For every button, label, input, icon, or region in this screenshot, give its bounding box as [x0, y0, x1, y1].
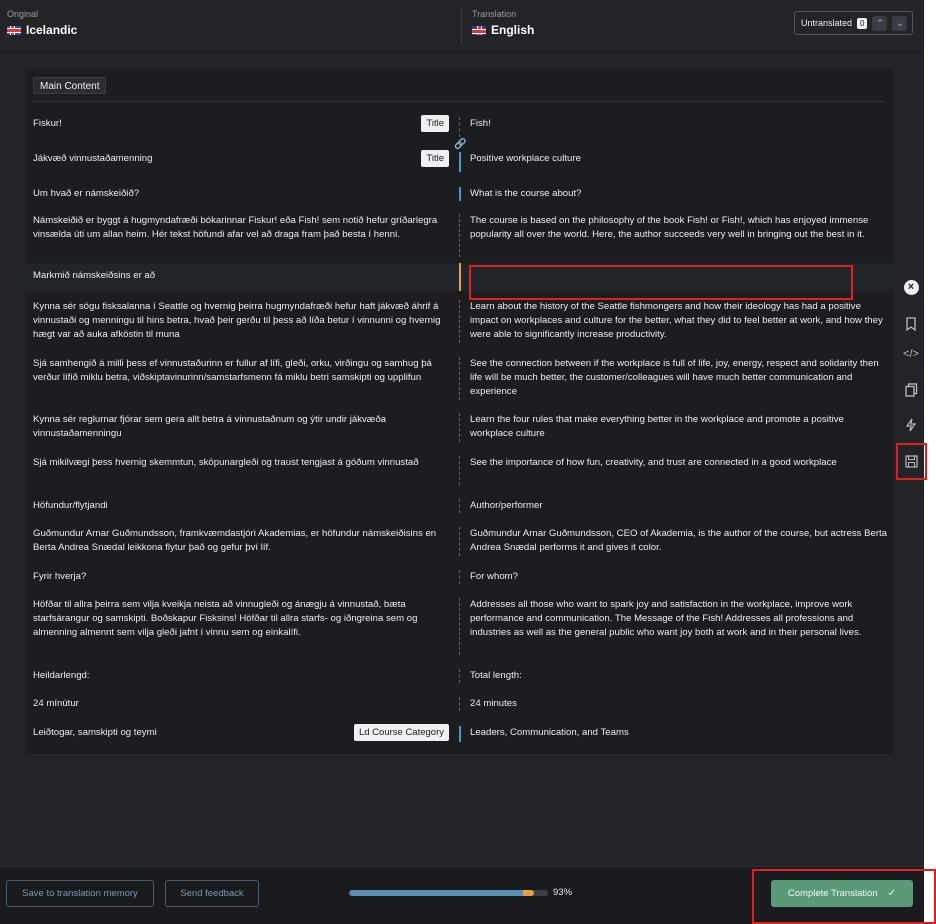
segment-row[interactable]: Kynna sér sögu fisksalanna í Seattle og … [25, 300, 894, 343]
translation-language-block: Translation English [472, 9, 534, 37]
untranslated-count-badge: 0 [857, 17, 868, 29]
target-text[interactable]: Positive workplace culture [470, 152, 888, 166]
lightning-icon[interactable] [899, 413, 923, 437]
segment-row[interactable]: Kynna sér reglurnar fjórar sem gera allt… [25, 413, 894, 442]
target-text[interactable]: The course is based on the philosophy of… [470, 214, 888, 242]
original-language-block: Original Icelandic [7, 9, 77, 37]
untranslated-label: Untranslated [801, 18, 853, 28]
target-text[interactable]: What is the course about? [470, 187, 888, 201]
segment-row[interactable]: Höfðar til allra þeirra sem vilja kveikj… [25, 598, 894, 655]
segment-status-indicator [459, 499, 460, 513]
segment-row[interactable]: 24 mínútur 24 minutes [25, 697, 894, 711]
segment-row[interactable]: Sjá mikilvægi þess hvernig skemmtun, skö… [25, 456, 894, 485]
copy-icon[interactable] [899, 378, 923, 402]
link-icon[interactable]: 🔗 [454, 139, 466, 150]
source-text: Um hvað er námskeiðið? [33, 188, 140, 199]
source-text: Heildarlengd: [33, 670, 90, 681]
source-text: Kynna sér sögu fisksalanna í Seattle og … [33, 301, 441, 341]
segment-status-indicator [459, 456, 460, 485]
target-text[interactable]: For whom? [470, 570, 888, 584]
segment-status-indicator [459, 117, 460, 137]
target-text[interactable]: Total length: [470, 669, 888, 683]
segment-row[interactable]: Leiðtogar, samskipti og teymi Leaders, Co… [25, 724, 894, 742]
target-text[interactable]: Fish! [470, 117, 888, 131]
source-text: Fyrir hverja? [33, 571, 87, 582]
translation-caption: Translation [472, 9, 517, 19]
close-icon[interactable]: × [899, 275, 923, 299]
segment-status-indicator [459, 598, 460, 655]
segment-row[interactable]: Jákvæð vinnustaðamenning Positive workpla… [25, 150, 894, 172]
segment-type-badge: Title [421, 150, 449, 167]
segment-status-indicator [459, 300, 460, 343]
target-text[interactable]: Learn the four rules that make everythin… [470, 413, 888, 441]
segment-status-indicator [459, 697, 460, 711]
source-text: Sjá samhengið á milli þess ef vinnustaðu… [33, 358, 432, 384]
section-label: Main Content [33, 77, 107, 94]
target-text[interactable]: See the connection between if the workpl… [470, 357, 888, 400]
progress-percent: 93% [553, 887, 573, 898]
target-text[interactable]: Leaders, Communication, and Teams [470, 726, 888, 740]
original-language: Icelandic [26, 23, 78, 37]
code-icon[interactable]: </> [899, 342, 923, 366]
segment-row[interactable]: Guðmundur Arnar Guðmundsson, framkvæmdas… [25, 527, 894, 556]
target-text[interactable]: Author/performer [470, 499, 888, 513]
target-text[interactable]: 24 minutes [470, 697, 888, 711]
original-caption: Original [7, 9, 39, 19]
chevron-up-icon[interactable]: ⌃ [872, 15, 888, 31]
segment-row[interactable]: Fiskur! Fish! Title [25, 115, 894, 137]
segment-status-indicator [459, 570, 460, 584]
complete-button-highlight [752, 869, 936, 924]
bookmark-icon[interactable] [899, 312, 923, 336]
header-divider [461, 8, 462, 44]
untranslated-filter[interactable]: Untranslated 0 ⌃ ⌄ [794, 11, 913, 35]
chevron-down-icon[interactable]: ⌄ [892, 15, 908, 31]
segment-row[interactable]: Höfundur/flytjandi Author/performer [25, 499, 894, 513]
segment-status-indicator [459, 669, 460, 683]
translation-language: English [491, 23, 535, 37]
target-text[interactable]: See the importance of how fun, creativit… [470, 456, 888, 470]
iceland-flag-icon [7, 25, 21, 35]
uk-flag-icon [472, 25, 486, 35]
segment-row[interactable]: Fyrir hverja? For whom? [25, 570, 894, 584]
send-feedback-button[interactable]: Send feedback [165, 880, 259, 907]
source-text: 24 mínútur [33, 698, 79, 709]
segment-row[interactable]: Um hvað er námskeiðið? What is the course… [25, 187, 894, 201]
save-to-memory-button[interactable]: Save to translation memory [6, 880, 154, 907]
source-text: Kynna sér reglurnar fjórar sem gera allt… [33, 414, 387, 440]
segment-status-indicator [459, 187, 461, 201]
source-text: Höfðar til allra þeirra sem vilja kveikj… [33, 599, 418, 639]
source-text: Markmið námskeiðsins er að [33, 270, 156, 281]
segment-row[interactable]: Heildarlengd: Total length: [25, 669, 894, 683]
segment-row[interactable]: Námskeiðið er byggt á hugmyndafræði bóka… [25, 214, 894, 257]
target-text[interactable]: Guðmundur Arnar Guðmundsson, CEO of Akad… [470, 527, 888, 555]
source-text: Sjá mikilvægi þess hvernig skemmtun, skö… [33, 457, 419, 468]
target-text[interactable]: Learn about the history of the Seattle f… [470, 300, 888, 343]
segment-status-indicator [459, 527, 460, 556]
source-text: Guðmundur Arnar Guðmundsson, framkvæmdas… [33, 528, 437, 554]
segment-status-indicator [459, 152, 461, 172]
source-text: Höfundur/flytjandi [33, 500, 108, 511]
segment-type-badge: Title [421, 115, 449, 132]
progress-bar [349, 890, 548, 896]
segment-status-indicator [459, 357, 460, 400]
segment-status-indicator [459, 263, 461, 291]
save-icon-highlight [896, 443, 927, 480]
main-content-card: Main Content 🔗 Fiskur! Fish! Title Jákvæð v… [25, 69, 894, 754]
segment-type-badge: Ld Course Category [353, 724, 449, 741]
empty-target-highlight [469, 265, 853, 300]
editor-header: Original Icelandic Translation English U… [0, 0, 924, 52]
source-text: Jákvæð vinnustaðamenning [33, 153, 153, 164]
segment-row[interactable]: Sjá samhengið á milli þess ef vinnustaðu… [25, 357, 894, 400]
source-text: Námskeiðið er byggt á hugmyndafræði bóka… [33, 215, 438, 241]
segment-status-indicator [459, 413, 460, 442]
section-divider [33, 101, 885, 102]
source-text: Fiskur! [33, 118, 62, 129]
progress-fill [349, 890, 535, 896]
target-text[interactable]: Addresses all those who want to spark jo… [470, 598, 888, 641]
segment-status-indicator [459, 214, 460, 257]
segment-status-indicator [459, 726, 461, 742]
